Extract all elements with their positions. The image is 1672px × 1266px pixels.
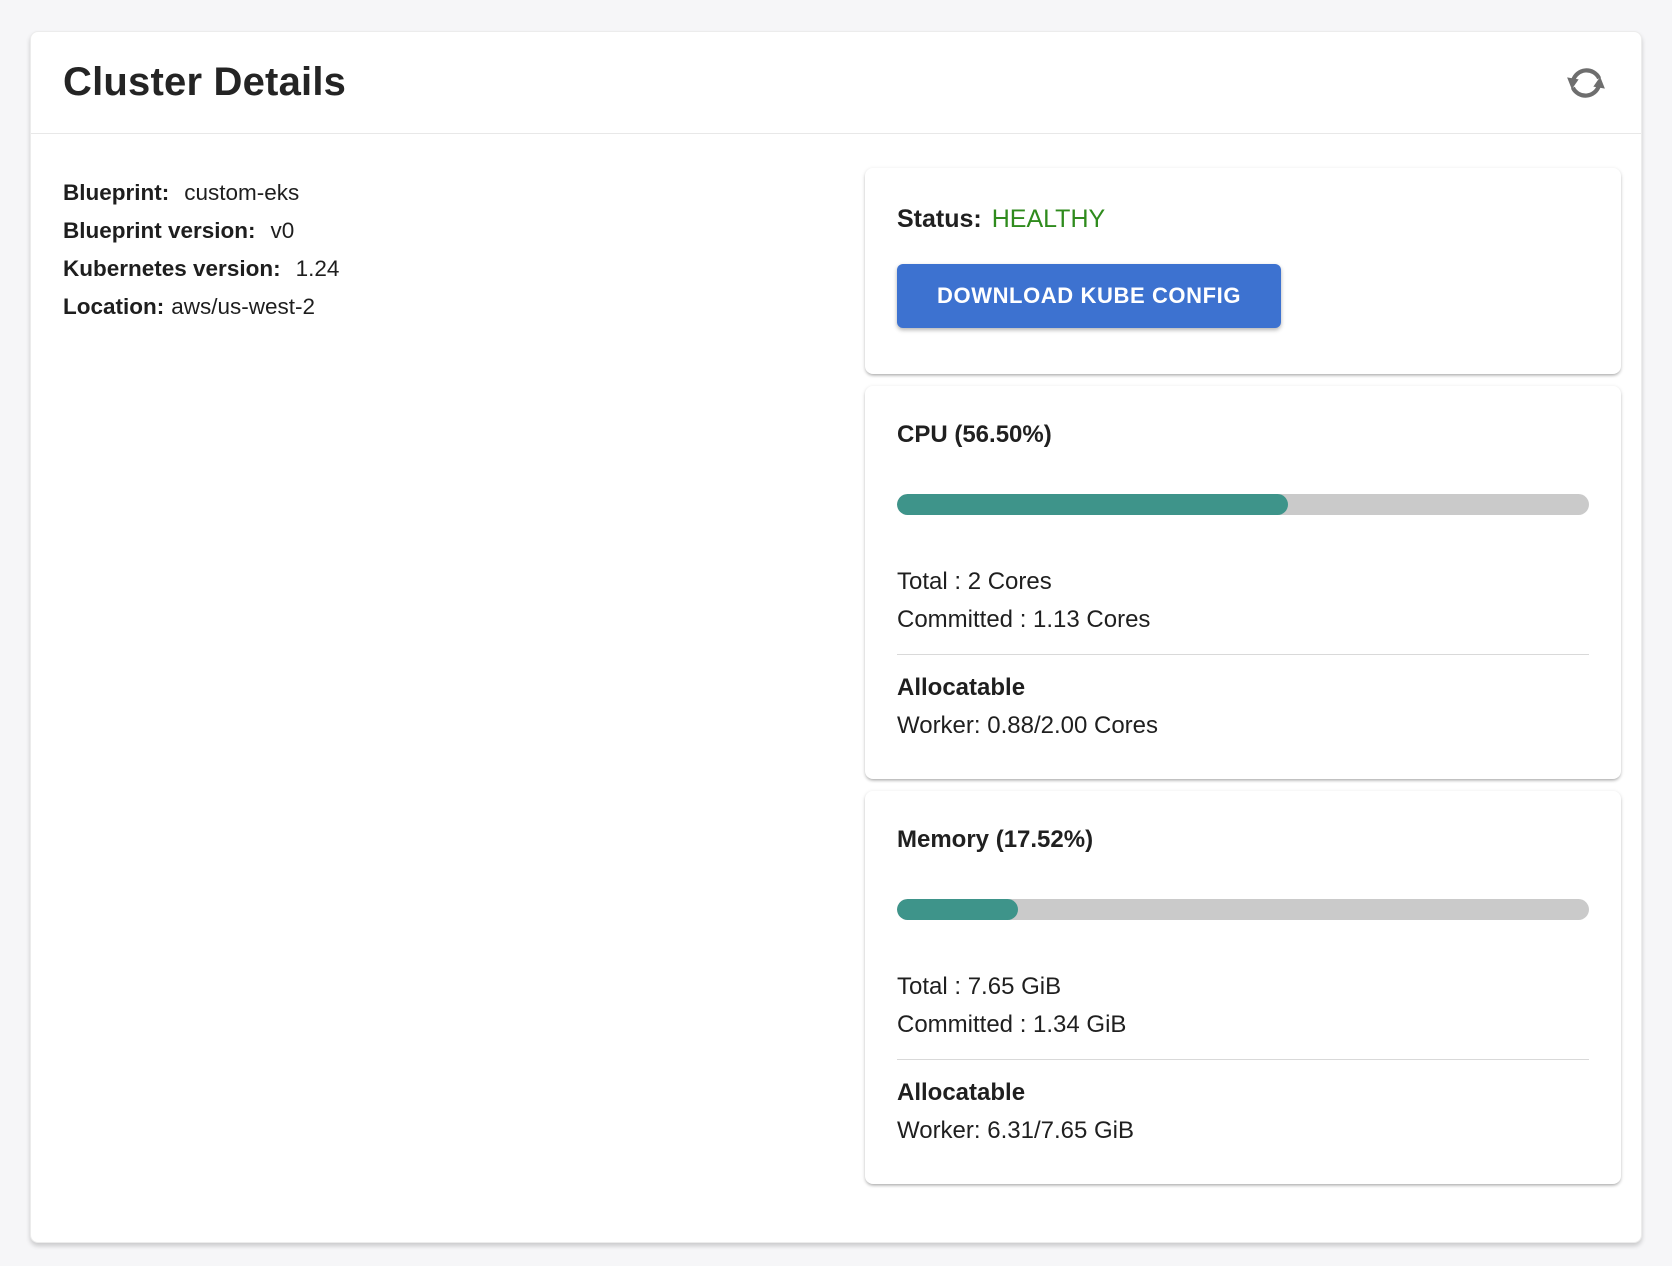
blueprint-row: Blueprint: custom-eks <box>63 174 865 212</box>
location-value: aws/us-west-2 <box>171 294 315 319</box>
location-row: Location: aws/us-west-2 <box>63 288 865 326</box>
memory-committed: Committed : 1.34 GiB <box>897 1006 1589 1044</box>
blueprint-version-label: Blueprint version: <box>63 218 256 243</box>
status-badge: HEALTHY <box>992 205 1105 233</box>
kubernetes-version-row: Kubernetes version: 1.24 <box>63 250 865 288</box>
kubernetes-version-label: Kubernetes version: <box>63 256 281 281</box>
status-card: Status: HEALTHY DOWNLOAD KUBE CONFIG <box>865 168 1621 374</box>
cpu-divider <box>897 654 1589 655</box>
page-title: Cluster Details <box>63 60 1561 105</box>
cpu-card: CPU (56.50%) Total : 2 Cores Committed :… <box>865 386 1621 779</box>
refresh-icon <box>1565 62 1607 104</box>
cards-column: Status: HEALTHY DOWNLOAD KUBE CONFIG CPU … <box>865 168 1621 1184</box>
refresh-button[interactable] <box>1561 58 1611 108</box>
cpu-worker: Worker: 0.88/2.00 Cores <box>897 707 1589 745</box>
cpu-title: CPU (56.50%) <box>897 420 1589 450</box>
cpu-progress-bar <box>897 494 1589 515</box>
blueprint-version-row: Blueprint version: v0 <box>63 212 865 250</box>
location-label: Location: <box>63 294 164 319</box>
blueprint-value: custom-eks <box>184 180 299 205</box>
status-line: Status: HEALTHY <box>897 204 1589 234</box>
memory-progress-fill <box>897 899 1018 920</box>
memory-divider <box>897 1059 1589 1060</box>
memory-worker: Worker: 6.31/7.65 GiB <box>897 1112 1589 1150</box>
blueprint-label: Blueprint: <box>63 180 169 205</box>
cpu-progress-fill <box>897 494 1288 515</box>
cluster-info-list: Blueprint: custom-eks Blueprint version: v… <box>63 168 865 1184</box>
cpu-allocatable-heading: Allocatable <box>897 669 1589 707</box>
kubernetes-version-value: 1.24 <box>296 256 340 281</box>
download-kube-config-button[interactable]: DOWNLOAD KUBE CONFIG <box>897 264 1281 328</box>
memory-progress-bar <box>897 899 1589 920</box>
memory-total: Total : 7.65 GiB <box>897 968 1589 1006</box>
memory-allocatable-heading: Allocatable <box>897 1074 1589 1112</box>
blueprint-version-value: v0 <box>271 218 295 243</box>
cpu-committed: Committed : 1.13 Cores <box>897 601 1589 639</box>
status-label: Status: <box>897 205 982 233</box>
panel-body: Blueprint: custom-eks Blueprint version: v… <box>31 134 1641 1184</box>
cpu-total: Total : 2 Cores <box>897 563 1589 601</box>
memory-card: Memory (17.52%) Total : 7.65 GiB Committ… <box>865 791 1621 1184</box>
panel-header: Cluster Details <box>31 32 1641 134</box>
memory-title: Memory (17.52%) <box>897 825 1589 855</box>
cluster-details-panel: Cluster Details Blueprint: custom-eks Blu… <box>30 31 1642 1243</box>
